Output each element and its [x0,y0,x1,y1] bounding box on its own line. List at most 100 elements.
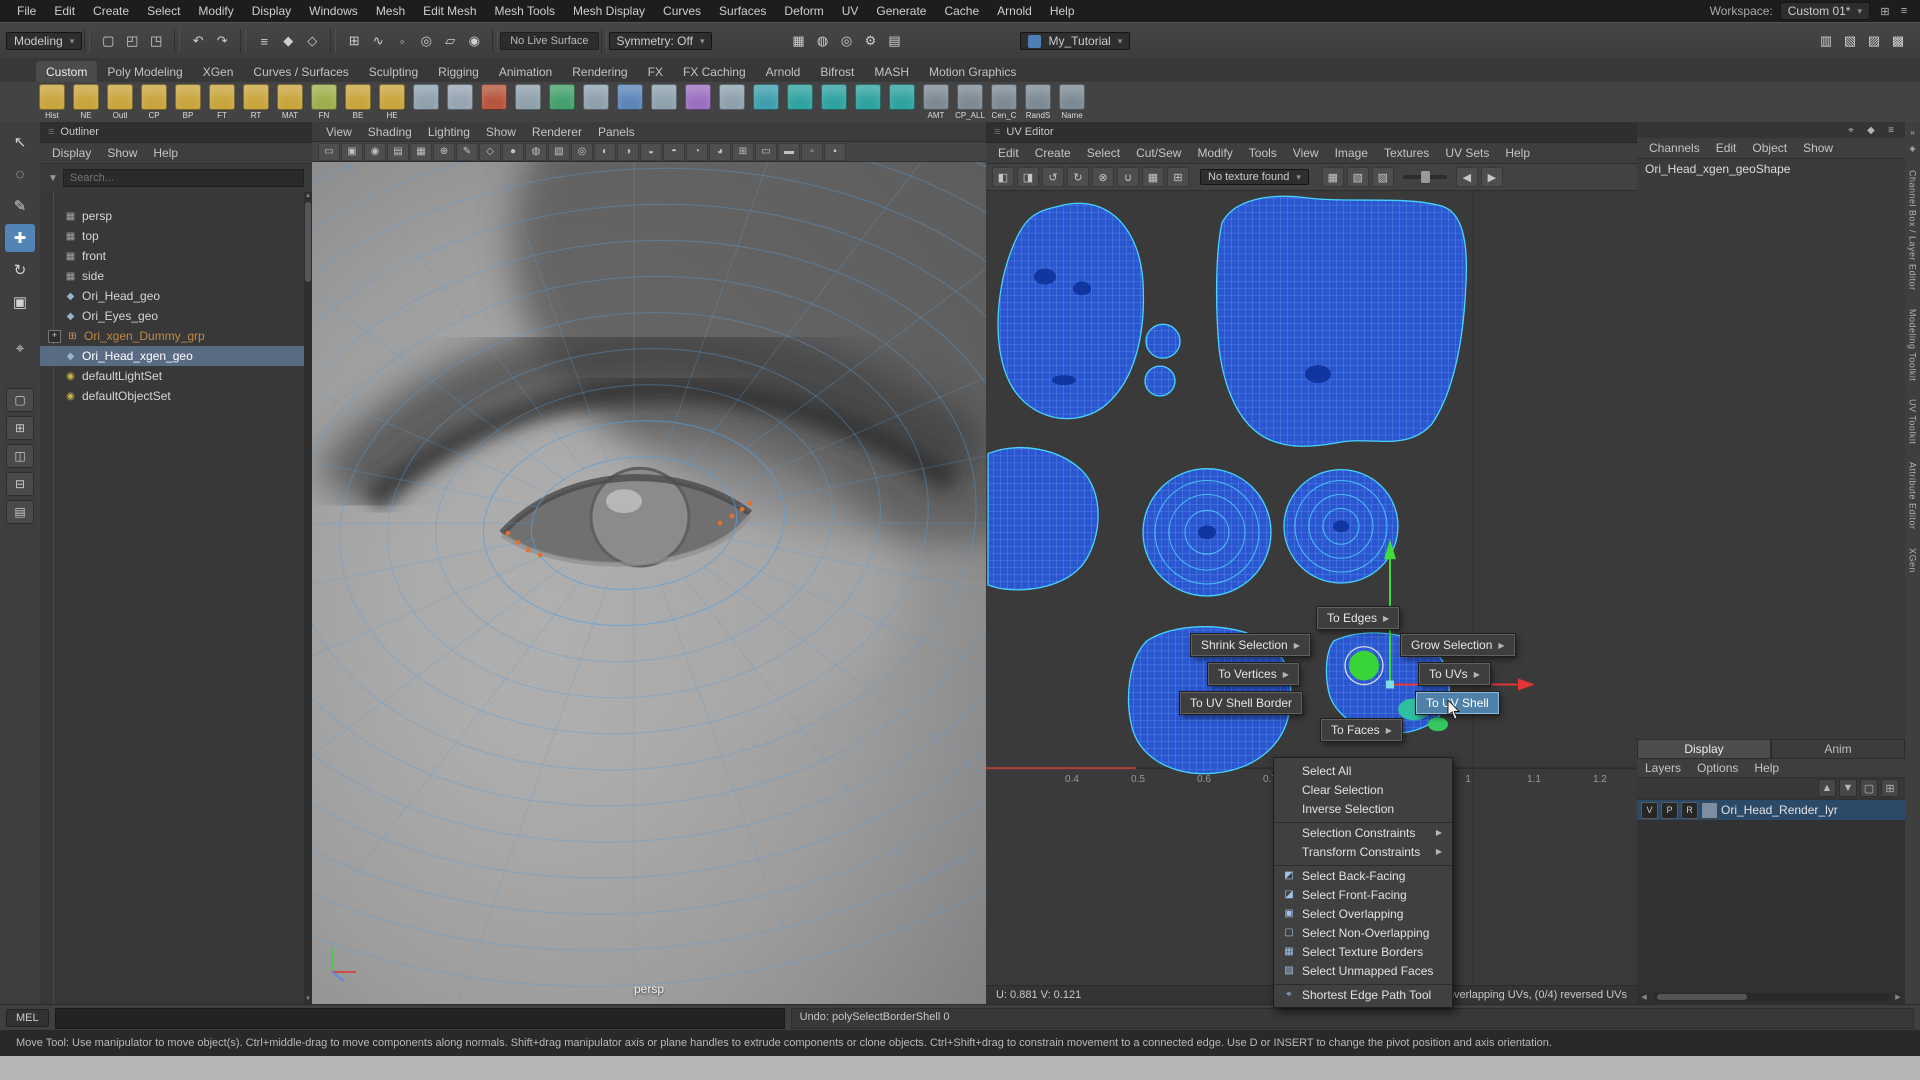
layer-menu-item[interactable]: Options [1689,760,1746,776]
outliner-scrollbar[interactable]: ▲ ▼ [304,192,312,1004]
menu-item[interactable]: UV [833,0,868,22]
rotate-cw-icon[interactable]: ↻ [1067,167,1089,187]
shelf-item[interactable] [648,82,680,120]
shelf-item[interactable] [614,82,646,120]
outliner-item[interactable]: Ori_Head_geo [40,286,312,306]
sidebar-vertical-tab[interactable]: Channel Box / Layer Editor [1908,170,1918,291]
context-menu-item[interactable]: ◪ Select Front-Facing [1274,885,1452,904]
select-tool[interactable]: ↖ [5,128,35,156]
context-menu-item[interactable]: ▢ Select Non-Overlapping [1274,923,1452,942]
safe-title-icon[interactable]: ▪ [824,143,846,161]
outliner-item[interactable]: front [40,246,312,266]
menu-item[interactable]: Surfaces [710,0,775,22]
shelf-item-cp[interactable]: CP [138,82,170,120]
menu-item[interactable]: Mesh Tools [486,0,564,22]
shape-node-name[interactable]: Ori_Head_xgen_geoShape [1637,159,1905,185]
image-dim-slider[interactable] [1403,175,1447,179]
select-camera-icon[interactable]: ▭ [318,143,340,161]
sidebar-vertical-tab[interactable]: UV Toolkit [1908,399,1918,444]
slider-knob[interactable] [1421,171,1430,183]
select-object-icon[interactable]: ◆ [277,30,299,52]
gate-mask-icon[interactable]: ▬ [778,143,800,161]
scale-tool[interactable]: ▣ [5,288,35,316]
shelf-item[interactable] [750,82,782,120]
menu-item[interactable]: Arnold [988,0,1041,22]
layer-menu-item[interactable]: Help [1746,760,1787,776]
ipr-render-icon[interactable]: ◎ [835,30,857,52]
shelf-item[interactable] [478,82,510,120]
pin-panel-icon[interactable]: ◈ [1907,142,1919,154]
uv-menu-item[interactable]: Edit [990,145,1027,161]
context-menu-item[interactable]: Clear Selection [1274,780,1452,799]
marking-menu-to-uv-shell-border[interactable]: To UV Shell Border [1180,692,1302,714]
viewport-menu-item[interactable]: Renderer [524,124,590,140]
context-menu-item[interactable]: ◩ Select Back-Facing [1274,865,1452,885]
shelf-item-cp-all[interactable]: CP_ALL [954,82,986,120]
layer-renderable-toggle[interactable]: R [1681,802,1698,819]
marking-menu-grow-selection[interactable]: Grow Selection▶ [1401,634,1515,656]
menu-item[interactable]: Display [243,0,300,22]
menu-item[interactable]: Edit [45,0,84,22]
scroll-thumb[interactable] [305,202,311,282]
menu-item[interactable]: Edit Mesh [414,0,485,22]
scroll-thumb[interactable] [1657,994,1747,1000]
shadows-icon[interactable]: ◐ [594,143,616,161]
context-menu-item[interactable]: Select All [1274,761,1452,780]
isolate-select-icon[interactable]: ◕ [709,143,731,161]
scroll-track[interactable] [1653,993,1889,1001]
menu-item[interactable]: Cache [935,0,988,22]
symmetry-selector[interactable]: Symmetry: Off [609,32,713,50]
shelf-tab[interactable]: Sculpting [359,61,428,82]
cut-uv-icon[interactable]: ⊗ [1092,167,1114,187]
display-distortion-icon[interactable]: ▧ [1347,167,1369,187]
custom-layout[interactable]: ▤ [6,500,34,524]
shelf-item-name[interactable]: Name [1056,82,1088,120]
shelf-tab[interactable]: FX Caching [673,61,756,82]
use-all-lights-icon[interactable]: ◎ [571,143,593,161]
layer-visible-toggle[interactable]: V [1641,802,1658,819]
context-menu-item[interactable]: ▦ Select Texture Borders [1274,942,1452,961]
shelf-item[interactable] [546,82,578,120]
uv-menu-item[interactable]: Select [1079,145,1128,161]
shelf-item[interactable] [444,82,476,120]
context-menu-item[interactable]: Transform Constraints ▶ [1274,842,1452,861]
toggle-outliner-icon[interactable]: ▩ [1887,30,1909,52]
outliner-persp-layout[interactable]: ⊟ [6,472,34,496]
toggle-channel-box-icon[interactable]: ▥ [1815,30,1837,52]
shelf-tab[interactable]: Custom [36,61,97,82]
render-settings-icon[interactable]: ⚙ [859,30,881,52]
marking-menu-to-edges[interactable]: To Edges▶ [1317,607,1399,629]
paint-selection-tool[interactable]: ✎ [5,192,35,220]
viewport-menu-item[interactable]: Shading [360,124,420,140]
grease-pencil-icon[interactable]: ✎ [456,143,478,161]
shelf-item-bp[interactable]: BP [172,82,204,120]
safe-action-icon[interactable]: ▫ [801,143,823,161]
snap-to-projected-center-icon[interactable]: ◎ [415,30,437,52]
scroll-right-icon[interactable]: ▶ [1891,993,1905,1001]
uv-menu-item[interactable]: Tools [1241,145,1285,161]
shelf-tab[interactable]: Curves / Surfaces [243,61,358,82]
expander-icon[interactable]: + [48,330,61,343]
image-plane-icon[interactable]: ▦ [410,143,432,161]
shelf-tab[interactable]: Rendering [562,61,637,82]
field-chart-icon[interactable]: ⊞ [732,143,754,161]
open-scene-icon[interactable]: ◰ [121,30,143,52]
single-pane-layout[interactable]: ▢ [6,388,34,412]
layer-down-icon[interactable]: ▼ [1839,779,1857,797]
shelf-item-he[interactable]: HE [376,82,408,120]
channel-menu-item[interactable]: Show [1795,140,1841,156]
menu-item[interactable]: Deform [775,0,832,22]
snap-to-view-plane-icon[interactable]: ▱ [439,30,461,52]
shelf-tab[interactable]: FX [638,61,673,82]
shelf-item[interactable] [852,82,884,120]
snap-to-grid-icon[interactable]: ⊞ [343,30,365,52]
menu-item[interactable]: Generate [867,0,935,22]
workspace-selector[interactable]: Custom 01* [1780,2,1870,20]
shelf-item-mat[interactable]: MAT [274,82,306,120]
snap-to-curve-icon[interactable]: ∿ [367,30,389,52]
screen-space-ao-icon[interactable]: ◑ [617,143,639,161]
marking-menu-to-vertices[interactable]: To Vertices▶ [1208,663,1299,685]
layer-color-swatch[interactable] [1701,802,1718,819]
project-selector[interactable]: My_Tutorial [1020,32,1130,50]
channel-menu-item[interactable]: Object [1744,140,1795,156]
